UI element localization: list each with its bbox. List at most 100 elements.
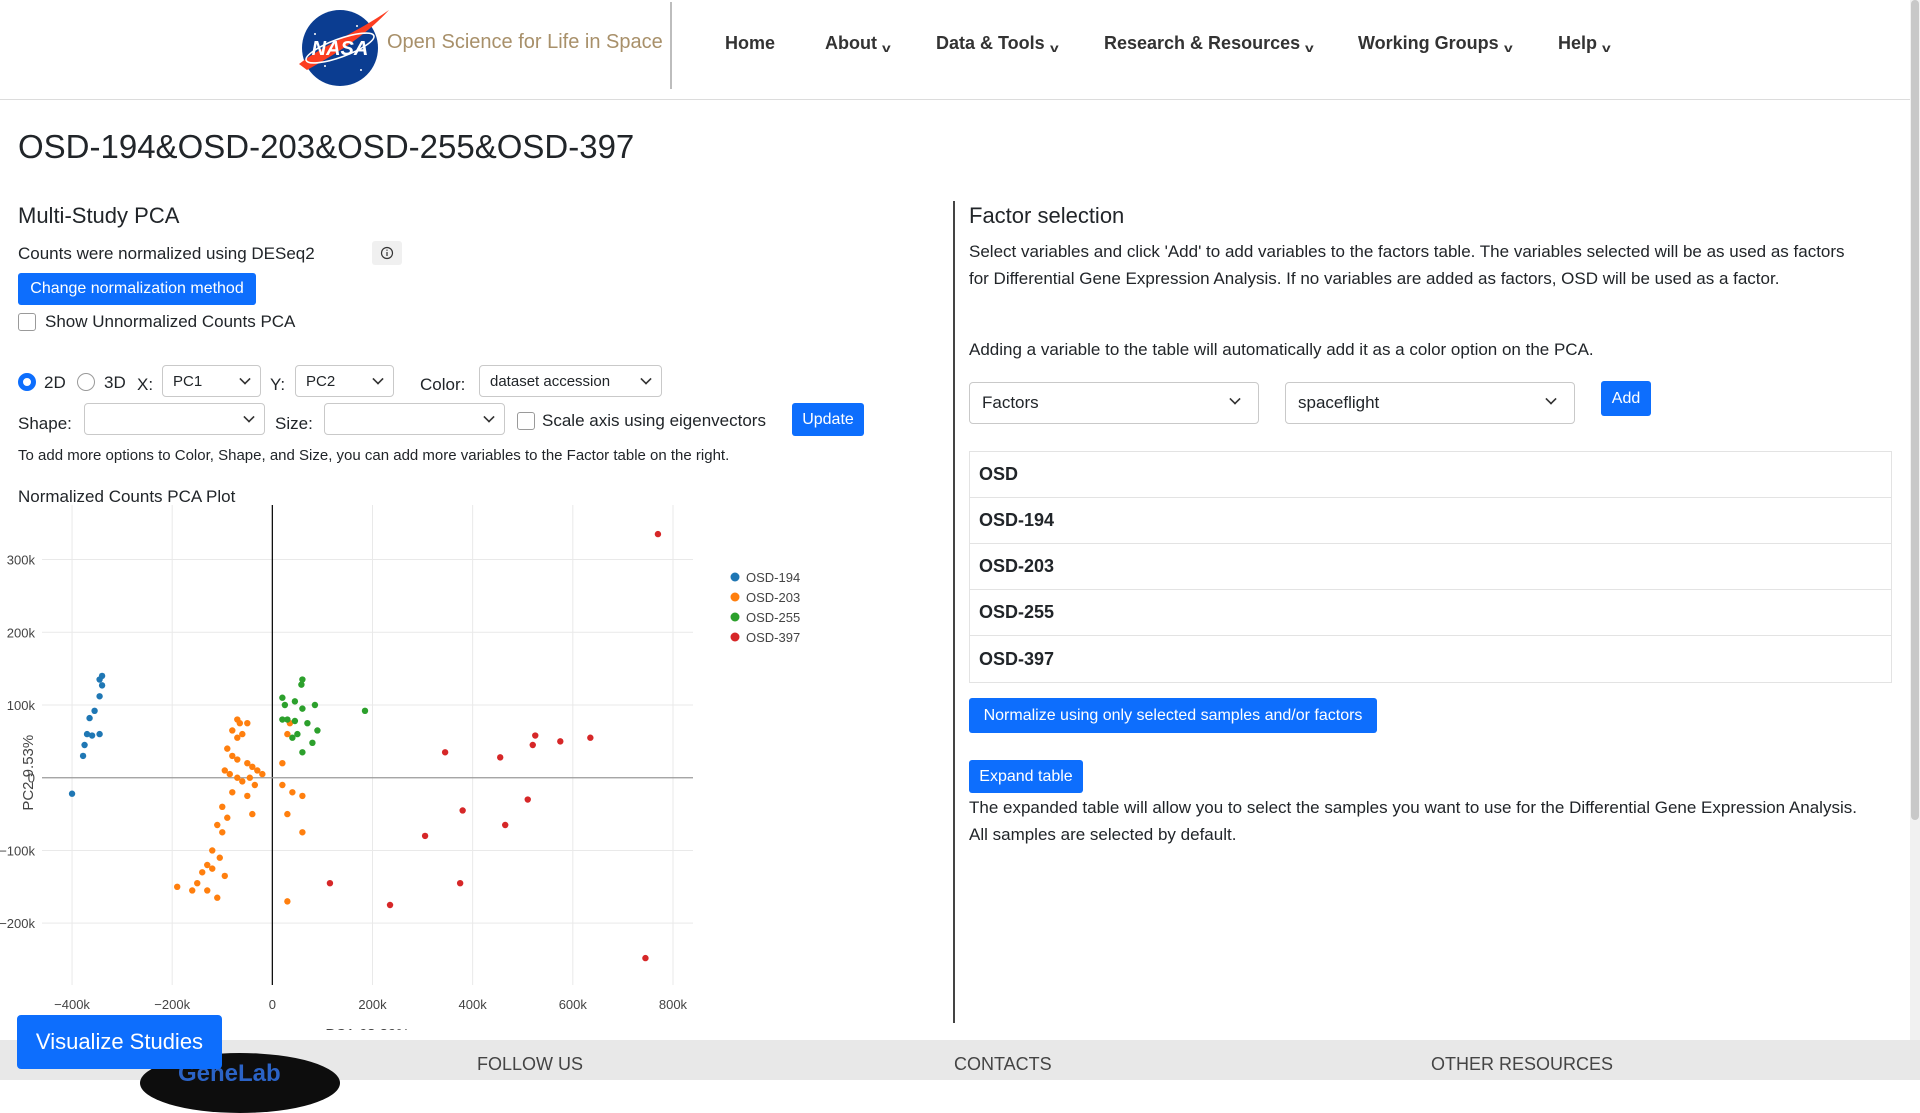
y-axis-title: PC2 9.53%: [20, 735, 37, 811]
chevron-down-icon: v: [1503, 41, 1513, 55]
factor-category-select[interactable]: Factors: [969, 382, 1259, 424]
data-point-osd-203: [236, 719, 244, 727]
data-point-osd-203: [284, 898, 291, 905]
data-point-osd-255: [289, 734, 296, 741]
radio-3d-label: 3D: [104, 373, 126, 392]
data-point-osd-194: [86, 714, 93, 722]
normalize-selected-button[interactable]: Normalize using only selected samples an…: [969, 698, 1377, 733]
nav-working-groups[interactable]: Working Groups v: [1358, 33, 1513, 55]
data-point-osd-203: [239, 778, 246, 785]
y-tick-label: 300k: [7, 553, 36, 568]
options-hint: To add more options to Color, Shape, and…: [18, 447, 730, 464]
data-point-osd-203: [224, 814, 231, 821]
size-select[interactable]: [324, 403, 505, 435]
radio-2d-label: 2D: [44, 373, 66, 392]
header-divider: [670, 2, 672, 89]
info-icon: [380, 246, 394, 260]
data-point-osd-397: [456, 879, 464, 887]
radio-2d[interactable]: [18, 373, 36, 391]
data-point-osd-255: [284, 716, 291, 723]
data-point-osd-203: [221, 872, 228, 880]
show-unnormalized-label: Show Unnormalized Counts PCA: [45, 312, 296, 331]
data-point-osd-194: [98, 672, 106, 680]
visualize-studies-button[interactable]: Visualize Studies: [17, 1015, 222, 1069]
pca-section-title: Multi-Study PCA: [18, 203, 180, 228]
footer-resources-heading: OTHER RESOURCES: [1431, 1054, 1614, 1074]
brand-name[interactable]: Open Science for Life in Space: [387, 31, 663, 54]
data-point-osd-203: [229, 789, 236, 796]
scale-axis-checkbox[interactable]: [517, 412, 535, 430]
x-axis-label: X:: [137, 375, 154, 394]
change-normalization-button[interactable]: Change normalization method: [18, 273, 256, 305]
add-factor-button[interactable]: Add: [1601, 381, 1651, 416]
expand-table-button[interactable]: Expand table: [969, 760, 1083, 793]
data-point-osd-255: [281, 701, 289, 709]
page-scrollbar[interactable]: [1910, 0, 1920, 1040]
show-unnormalized-checkbox[interactable]: [18, 313, 36, 331]
chevron-down-icon: v: [1049, 41, 1059, 55]
pca-scatter-plot[interactable]: −400k −200k 0 200k 400k 600k 800k300k200k100k0…: [0, 505, 900, 1030]
factors-table: OSD OSD-194 OSD-203 OSD-255 OSD-397: [969, 451, 1892, 683]
info-button[interactable]: [372, 241, 402, 265]
page-title: OSD-194&OSD-203&OSD-255&OSD-397: [18, 128, 635, 165]
data-point-osd-255: [291, 717, 299, 725]
shape-select[interactable]: [84, 403, 265, 435]
x-tick-label: 0: [269, 997, 276, 1012]
data-point-osd-397: [557, 738, 564, 745]
radio-3d[interactable]: [77, 373, 95, 391]
x-tick-label: 200k: [358, 997, 387, 1012]
data-point-osd-203: [234, 756, 241, 763]
data-point-osd-397: [654, 530, 662, 538]
data-point-osd-194: [91, 707, 98, 715]
factor-variable-select[interactable]: spaceflight: [1285, 382, 1575, 424]
y-axis-select[interactable]: PC2: [295, 365, 394, 397]
data-point-osd-397: [441, 749, 449, 756]
chevron-down-icon: v: [881, 41, 891, 55]
data-point-osd-255: [291, 698, 299, 705]
size-label: Size:: [275, 414, 313, 433]
data-point-osd-203: [289, 789, 296, 796]
data-point-osd-203: [174, 883, 181, 891]
data-point-osd-397: [642, 954, 649, 962]
data-point-osd-203: [214, 821, 221, 829]
update-button[interactable]: Update: [792, 403, 864, 436]
data-point-osd-203: [219, 829, 226, 836]
nav-home[interactable]: Home: [725, 33, 775, 54]
svg-text:NASA: NASA: [312, 38, 369, 60]
nasa-logo[interactable]: NASA: [295, 4, 391, 86]
data-point-osd-203: [229, 727, 236, 734]
factor-row: OSD-203: [970, 544, 1891, 590]
data-point-osd-203: [299, 829, 306, 836]
chevron-down-icon: [243, 411, 255, 423]
data-point-osd-397: [587, 734, 594, 741]
scrollbar-thumb[interactable]: [1911, 0, 1919, 820]
data-point-osd-194: [79, 752, 87, 760]
x-tick-label: 400k: [459, 997, 488, 1012]
nav-about[interactable]: About v: [825, 33, 891, 55]
plot-title: Normalized Counts PCA Plot: [18, 487, 236, 506]
x-axis-select[interactable]: PC1: [162, 365, 261, 397]
nav-research-resources[interactable]: Research & Resources v: [1104, 33, 1314, 55]
color-select[interactable]: dataset accession: [479, 365, 662, 397]
legend-label: OSD-255: [746, 610, 800, 625]
expand-note: The expanded table will allow you to sel…: [969, 798, 1857, 844]
data-point-osd-203: [244, 719, 251, 727]
data-point-osd-203: [244, 792, 251, 800]
color-label: Color:: [420, 375, 466, 394]
shape-label: Shape:: [18, 414, 72, 433]
factor-row: OSD-194: [970, 498, 1891, 544]
chevron-down-icon: [1545, 393, 1557, 405]
data-point-osd-203: [279, 759, 286, 767]
data-point-osd-397: [326, 879, 334, 887]
data-point-osd-203: [239, 730, 246, 738]
legend-marker: [730, 592, 740, 602]
nav-data-tools[interactable]: Data & Tools v: [936, 33, 1059, 55]
data-point-osd-203: [216, 854, 223, 861]
data-point-osd-203: [246, 774, 254, 781]
data-point-osd-203: [299, 792, 306, 800]
legend-marker: [730, 612, 740, 622]
data-point-osd-255: [298, 681, 305, 688]
y-tick-label: −100k: [0, 843, 35, 858]
data-point-osd-397: [524, 796, 531, 803]
nav-help[interactable]: Help v: [1558, 33, 1611, 55]
